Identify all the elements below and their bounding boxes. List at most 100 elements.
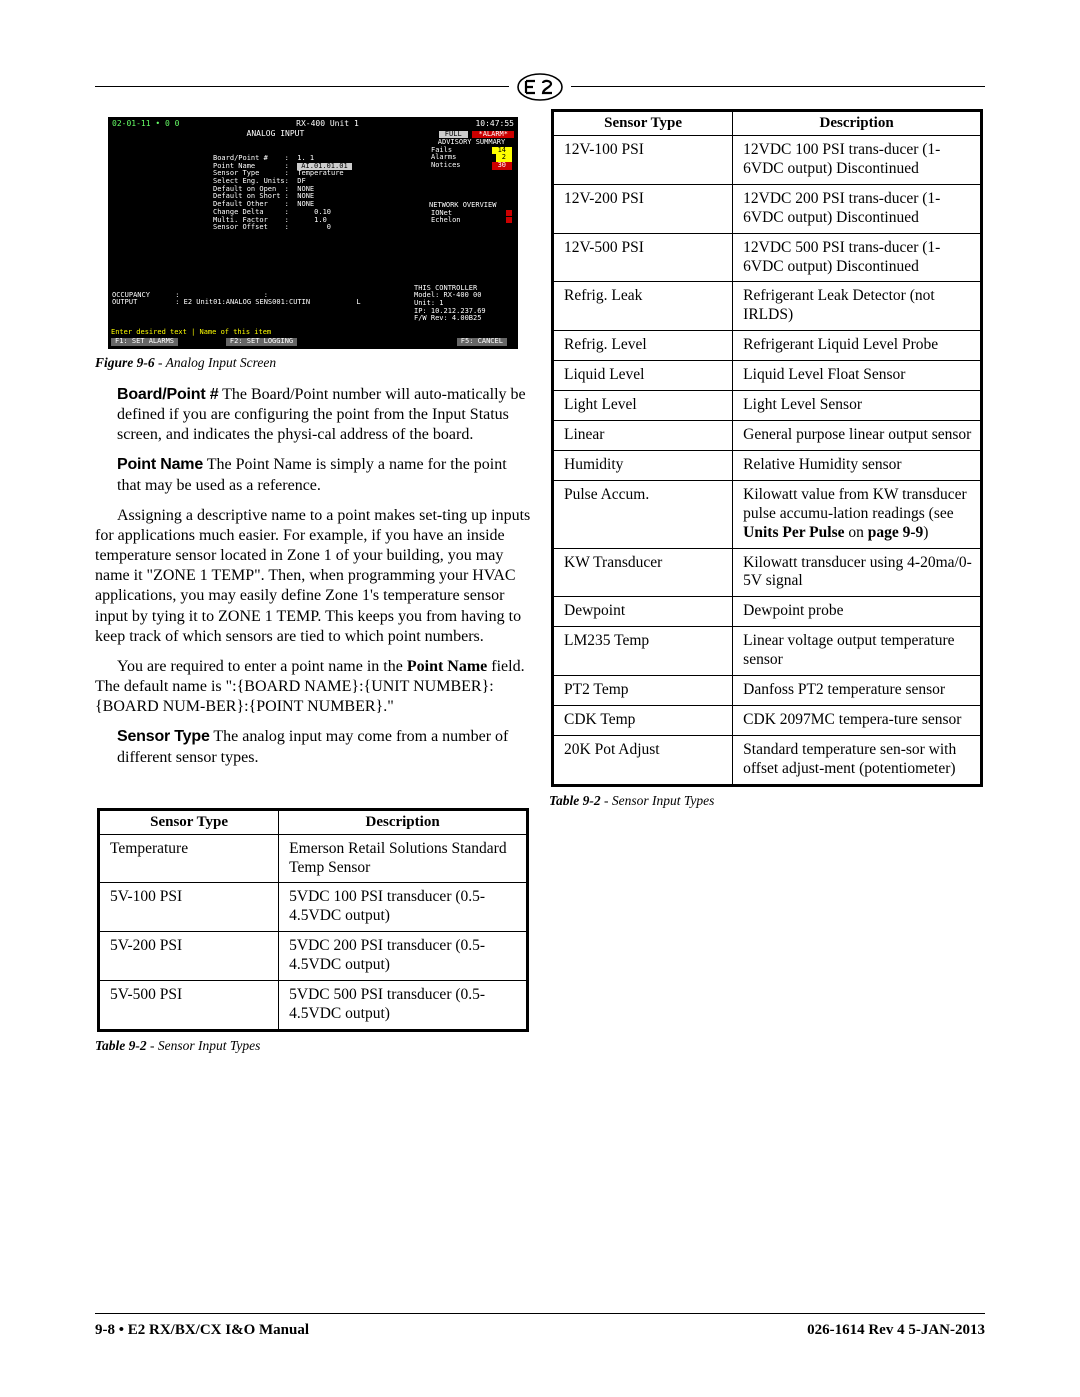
cell-description: General purpose linear output sensor bbox=[733, 420, 982, 450]
fkey-f2: F2: SET LOGGING bbox=[226, 338, 297, 346]
table-header-type: Sensor Type bbox=[99, 809, 279, 834]
cell-description: Relative Humidity sensor bbox=[733, 450, 982, 480]
table-label: Table 9-2 bbox=[95, 1038, 147, 1053]
cell-sensor-type: Linear bbox=[553, 420, 733, 450]
table-row: 5V-200 PSI5VDC 200 PSI transducer (0.5-4… bbox=[99, 932, 528, 981]
cell-sensor-type: Light Level bbox=[553, 391, 733, 421]
cell-description: Dewpoint probe bbox=[733, 597, 982, 627]
cell-sensor-type: Humidity bbox=[553, 450, 733, 480]
table-row: Refrig. LeakRefrigerant Leak Detector (n… bbox=[553, 282, 982, 331]
cell-description: 5VDC 500 PSI transducer (0.5-4.5VDC outp… bbox=[279, 981, 528, 1031]
sensor-table-left: Sensor Type Description TemperatureEmers… bbox=[97, 808, 529, 1032]
cell-sensor-type: Liquid Level bbox=[553, 361, 733, 391]
table-row: DewpointDewpoint probe bbox=[553, 597, 982, 627]
footer-left: 9-8 • E2 RX/BX/CX I&O Manual bbox=[95, 1322, 309, 1339]
screenshot-figure: 02-01-11 • 0 0 RX-400 Unit 1 10:47:55 AN… bbox=[108, 117, 518, 349]
table-row: Light LevelLight Level Sensor bbox=[553, 391, 982, 421]
adv-notices-val: 30 bbox=[492, 162, 512, 170]
cell-sensor-type: 5V-500 PSI bbox=[99, 981, 279, 1031]
content-columns: 02-01-11 • 0 0 RX-400 Unit 1 10:47:55 AN… bbox=[95, 107, 985, 1068]
header-logo bbox=[509, 72, 571, 102]
cell-description: Kilowatt transducer using 4-20ma/0-5V si… bbox=[733, 548, 982, 597]
table-row: LM235 TempLinear voltage output temperat… bbox=[553, 627, 982, 676]
table-row: CDK TempCDK 2097MC tempera-ture sensor bbox=[553, 705, 982, 735]
table-row: 12V-200 PSI12VDC 200 PSI trans-ducer (1-… bbox=[553, 184, 982, 233]
footer-right: 026-1614 Rev 4 5-JAN-2013 bbox=[807, 1322, 985, 1339]
figure-caption: Figure 9-6 - Analog Input Screen bbox=[95, 355, 531, 371]
table-header-type: Sensor Type bbox=[553, 111, 733, 136]
scr-unit: RX-400 Unit 1 bbox=[296, 120, 359, 129]
dot-icon bbox=[506, 210, 512, 216]
cell-sensor-type: CDK Temp bbox=[553, 705, 733, 735]
cell-sensor-type: 12V-100 PSI bbox=[553, 136, 733, 185]
table-row: Liquid LevelLiquid Level Float Sensor bbox=[553, 361, 982, 391]
cell-description: Linear voltage output temperature sensor bbox=[733, 627, 982, 676]
cell-sensor-type: 12V-500 PSI bbox=[553, 233, 733, 282]
figure-label: Figure 9-6 bbox=[95, 355, 155, 370]
cell-description: Light Level Sensor bbox=[733, 391, 982, 421]
scr-date: 02-01-11 • 0 0 bbox=[112, 120, 179, 129]
cell-description: Refrigerant Leak Detector (not IRLDS) bbox=[733, 282, 982, 331]
cell-description: 12VDC 200 PSI trans-ducer (1-6VDC output… bbox=[733, 184, 982, 233]
cell-description: Emerson Retail Solutions Standard Temp S… bbox=[279, 834, 528, 883]
scr-title: ANALOG INPUT bbox=[112, 130, 439, 139]
cell-description: 5VDC 200 PSI transducer (0.5-4.5VDC outp… bbox=[279, 932, 528, 981]
cell-description: CDK 2097MC tempera-ture sensor bbox=[733, 705, 982, 735]
table-row: PT2 TempDanfoss PT2 temperature sensor bbox=[553, 676, 982, 706]
fkey-f5: F5: CANCEL bbox=[457, 338, 507, 346]
cell-sensor-type: 5V-200 PSI bbox=[99, 932, 279, 981]
table-row: Refrig. LevelRefrigerant Liquid Level Pr… bbox=[553, 331, 982, 361]
table-title: - Sensor Input Types bbox=[147, 1038, 261, 1053]
sensor-table-right: Sensor Type Description 12V-100 PSI12VDC… bbox=[551, 109, 983, 787]
cell-description: 12VDC 100 PSI trans-ducer (1-6VDC output… bbox=[733, 136, 982, 185]
table-row: 20K Pot AdjustStandard temperature sen-s… bbox=[553, 735, 982, 785]
cell-sensor-type: Refrig. Leak bbox=[553, 282, 733, 331]
table-row: HumidityRelative Humidity sensor bbox=[553, 450, 982, 480]
page-footer: 9-8 • E2 RX/BX/CX I&O Manual 026-1614 Re… bbox=[95, 1313, 985, 1339]
cell-description: Kilowatt value from KW transducer pulse … bbox=[733, 480, 982, 548]
table-row: 5V-500 PSI5VDC 500 PSI transducer (0.5-4… bbox=[99, 981, 528, 1031]
scr-enter-prompt: Enter desired text | Name of this item bbox=[111, 329, 515, 337]
table-row: KW TransducerKilowatt transducer using 4… bbox=[553, 548, 982, 597]
table-row: TemperatureEmerson Retail Solutions Stan… bbox=[99, 834, 528, 883]
cell-sensor-type: Dewpoint bbox=[553, 597, 733, 627]
cell-description: 12VDC 500 PSI trans-ducer (1-6VDC output… bbox=[733, 233, 982, 282]
para-board-point: Board/Point # The Board/Point number wil… bbox=[117, 385, 531, 445]
cell-description: Refrigerant Liquid Level Probe bbox=[733, 331, 982, 361]
table-header-desc: Description bbox=[733, 111, 982, 136]
cell-sensor-type: 20K Pot Adjust bbox=[553, 735, 733, 785]
page: 02-01-11 • 0 0 RX-400 Unit 1 10:47:55 AN… bbox=[0, 0, 1080, 1397]
cell-sensor-type: Temperature bbox=[99, 834, 279, 883]
cell-sensor-type: PT2 Temp bbox=[553, 676, 733, 706]
table-row: Pulse Accum.Kilowatt value from KW trans… bbox=[553, 480, 982, 548]
cell-sensor-type: Refrig. Level bbox=[553, 331, 733, 361]
scr-time: 10:47:55 bbox=[475, 120, 514, 129]
table-row: 5V-100 PSI5VDC 100 PSI transducer (0.5-4… bbox=[99, 883, 528, 932]
table-row: 12V-500 PSI12VDC 500 PSI trans-ducer (1-… bbox=[553, 233, 982, 282]
table-title: - Sensor Input Types bbox=[601, 793, 715, 808]
cell-description: 5VDC 100 PSI transducer (0.5-4.5VDC outp… bbox=[279, 883, 528, 932]
cell-sensor-type: 5V-100 PSI bbox=[99, 883, 279, 932]
para-point-name: Point Name The Point Name is simply a na… bbox=[117, 455, 531, 495]
para-required: You are required to enter a point name i… bbox=[95, 657, 531, 717]
table-caption-right: Table 9-2 - Sensor Input Types bbox=[549, 793, 985, 809]
table-label: Table 9-2 bbox=[549, 793, 601, 808]
table-row: 12V-100 PSI12VDC 100 PSI trans-ducer (1-… bbox=[553, 136, 982, 185]
para-sensor-type: Sensor Type The analog input may come fr… bbox=[117, 727, 531, 767]
scr-fields: Board/Point # : 1. 1 Point Name : AI.01.… bbox=[213, 155, 352, 232]
cell-sensor-type: LM235 Temp bbox=[553, 627, 733, 676]
cell-description: Standard temperature sen-sor with offset… bbox=[733, 735, 982, 785]
right-column: Sensor Type Description 12V-100 PSI12VDC… bbox=[549, 107, 985, 1068]
cell-sensor-type: Pulse Accum. bbox=[553, 480, 733, 548]
dot-icon bbox=[506, 217, 512, 223]
table-caption-left: Table 9-2 - Sensor Input Types bbox=[95, 1038, 531, 1054]
cell-sensor-type: KW Transducer bbox=[553, 548, 733, 597]
left-column: 02-01-11 • 0 0 RX-400 Unit 1 10:47:55 AN… bbox=[95, 107, 531, 1068]
table-row: LinearGeneral purpose linear output sens… bbox=[553, 420, 982, 450]
cell-description: Liquid Level Float Sensor bbox=[733, 361, 982, 391]
fkey-f1: F1: SET ALARMS bbox=[111, 338, 178, 346]
para-assign: Assigning a descriptive name to a point … bbox=[95, 506, 531, 647]
cell-sensor-type: 12V-200 PSI bbox=[553, 184, 733, 233]
figure-title: - Analog Input Screen bbox=[155, 355, 276, 370]
table-header-desc: Description bbox=[279, 809, 528, 834]
